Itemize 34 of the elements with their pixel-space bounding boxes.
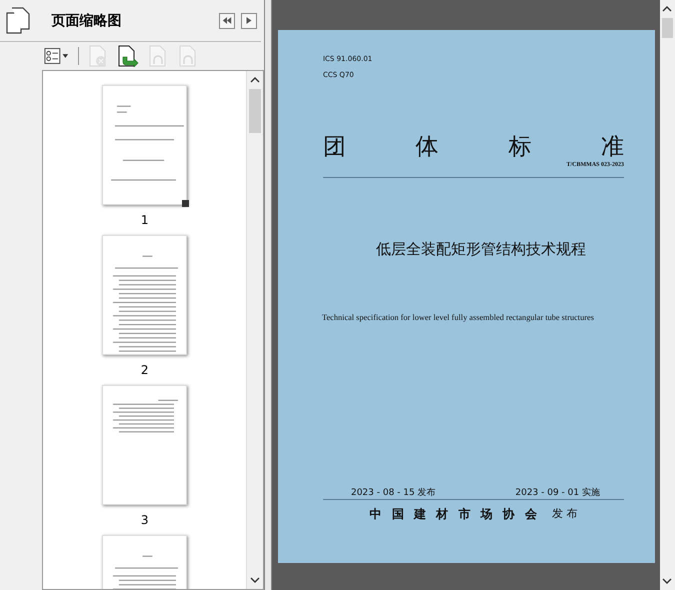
standard-heading-character: 体 (416, 133, 439, 162)
scroll-thumb[interactable] (662, 18, 673, 38)
scrollbar[interactable] (246, 71, 264, 589)
insert-pages-button[interactable] (117, 45, 140, 67)
english-title: Technical specification for lower level fully assembled rectangular tube structures (322, 313, 595, 322)
scroll-up-icon[interactable] (250, 76, 260, 84)
options-arrow-button[interactable] (241, 12, 258, 28)
scroll-down-icon[interactable] (662, 577, 672, 585)
scroll-up-icon[interactable] (662, 5, 672, 13)
page-number: 3 (140, 513, 149, 527)
page-thumbnail[interactable] (102, 85, 188, 205)
pages-icon (5, 6, 32, 34)
panel-title: 页面缩略图 (51, 12, 122, 30)
current-view-marker[interactable] (182, 200, 190, 207)
document-scrollbar[interactable] (660, 0, 675, 590)
splitter-handle[interactable] (265, 0, 272, 590)
thumbnail-options-button[interactable] (44, 45, 70, 67)
collapse-button[interactable] (219, 12, 236, 28)
standard-heading-character: 标 (508, 133, 532, 162)
issuer-action: 发 布 (552, 506, 578, 522)
issue-date: 2023 - 08 - 15 发布 (350, 486, 436, 499)
scroll-thumb[interactable] (249, 89, 262, 133)
page-number: 2 (140, 363, 149, 377)
issuer-name: 中 国 建 材 市 场 协 会 (370, 506, 540, 523)
standard-heading-character: 团 (322, 133, 346, 162)
page-thumbnail[interactable] (102, 235, 188, 355)
standard-heading-character: 准 (600, 133, 624, 162)
document-title: 低层全装配矩形管结构技术规程 (374, 240, 587, 259)
effective-date: 2023 - 09 - 01 实施 (515, 486, 600, 499)
page-text-drawing (113, 400, 178, 432)
double-left-arrow-icon (222, 16, 232, 25)
scroll-down-icon[interactable] (250, 576, 260, 584)
page-thumbnail[interactable] (102, 385, 188, 505)
page-number: 1 (140, 213, 149, 227)
